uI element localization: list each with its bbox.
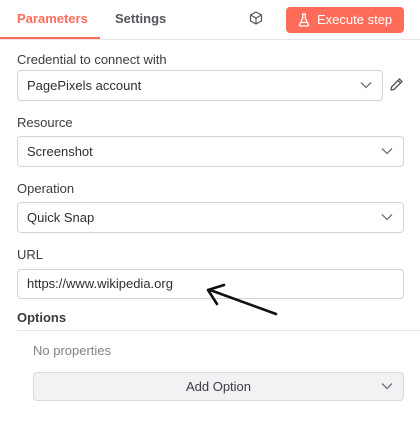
execute-step-label: Execute step: [317, 12, 393, 27]
active-tab-indicator: [0, 37, 100, 39]
operation-label: Operation: [17, 181, 75, 196]
chevron-down-icon: [360, 82, 372, 89]
options-title: Options: [17, 310, 67, 325]
add-option-label: Add Option: [185, 379, 252, 394]
operation-value: Quick Snap: [27, 210, 95, 225]
chevron-down-icon: [381, 148, 393, 155]
credential-label: Credential to connect with: [17, 52, 167, 67]
no-properties-text: No properties: [33, 343, 112, 358]
resource-select[interactable]: Screenshot: [17, 136, 404, 167]
annotation-arrow-icon: [206, 283, 278, 316]
chevron-down-icon: [381, 383, 393, 390]
options-divider: [17, 330, 420, 331]
url-value: https://www.wikipedia.org: [27, 276, 173, 291]
tab-settings[interactable]: Settings: [115, 0, 166, 38]
cube-icon[interactable]: [249, 11, 265, 27]
url-label: URL: [17, 247, 44, 262]
operation-select[interactable]: Quick Snap: [17, 202, 404, 233]
pencil-icon[interactable]: [389, 77, 404, 97]
flask-icon: [298, 13, 310, 27]
credential-select[interactable]: PagePixels account: [17, 70, 383, 101]
resource-label: Resource: [17, 115, 73, 130]
execute-step-button[interactable]: Execute step: [286, 7, 404, 33]
credential-value: PagePixels account: [27, 78, 142, 93]
tab-parameters[interactable]: Parameters: [17, 0, 88, 38]
chevron-down-icon: [381, 214, 393, 221]
resource-value: Screenshot: [27, 144, 93, 159]
header-bar: Parameters Settings Execute step: [0, 0, 420, 40]
add-option-button[interactable]: Add Option: [33, 372, 404, 401]
